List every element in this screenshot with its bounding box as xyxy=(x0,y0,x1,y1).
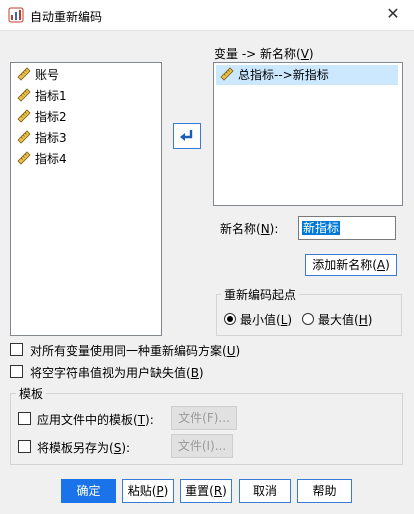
blank-missing-label[interactable]: 将空字符串值视为用户缺失值(B) xyxy=(30,364,204,381)
close-icon[interactable]: ✕ xyxy=(382,3,404,25)
title-bar: 自动重新编码 ✕ xyxy=(0,0,414,31)
ok-button[interactable]: 确定 xyxy=(61,479,116,503)
source-variable-list[interactable]: 账号 指标1 指标2 指标3 指标4 xyxy=(10,62,162,336)
window-title: 自动重新编码 xyxy=(30,10,103,24)
list-item-label: 指标3 xyxy=(35,131,67,145)
apply-template-label[interactable]: 应用文件中的模板(T): xyxy=(37,411,154,428)
scale-variable-icon xyxy=(17,67,31,81)
save-template-checkbox[interactable] xyxy=(18,440,31,453)
reset-button[interactable]: 重置(R) xyxy=(180,479,232,503)
list-item[interactable]: 指标2 xyxy=(17,107,67,127)
list-item[interactable]: 总指标-->新指标 xyxy=(216,65,398,85)
new-name-label: 新名称(N): xyxy=(220,222,279,236)
apply-template-checkbox[interactable] xyxy=(18,412,31,425)
list-item-label: 指标2 xyxy=(35,110,67,124)
blank-missing-checkbox[interactable] xyxy=(10,365,23,378)
same-scheme-label[interactable]: 对所有变量使用同一种重新编码方案(U) xyxy=(30,342,240,359)
save-template-label[interactable]: 将模板另存为(S): xyxy=(37,439,130,456)
save-template-file-button[interactable]: 文件(I)... xyxy=(171,434,233,458)
list-item[interactable]: 账号 xyxy=(17,65,59,85)
list-item[interactable]: 指标4 xyxy=(17,149,67,169)
move-variable-button[interactable] xyxy=(173,123,201,149)
recode-start-title: 重新编码起点 xyxy=(221,286,300,303)
scale-variable-icon xyxy=(17,88,31,102)
max-value-label[interactable]: 最大值(H) xyxy=(318,311,372,328)
new-name-input[interactable]: 新指标 xyxy=(298,216,396,240)
arrow-left-icon xyxy=(180,130,193,141)
mapping-list-label: 变量 -> 新名称(V) xyxy=(214,47,314,61)
max-value-radio[interactable] xyxy=(302,313,314,325)
scale-variable-icon xyxy=(17,109,31,123)
list-item-label: 指标4 xyxy=(35,152,67,166)
add-new-name-button[interactable]: 添加新名称(A) xyxy=(305,254,397,276)
scale-variable-icon xyxy=(17,130,31,144)
scale-variable-icon xyxy=(220,67,234,81)
list-item-label: 指标1 xyxy=(35,89,67,103)
apply-template-file-button[interactable]: 文件(F)... xyxy=(171,406,237,430)
new-name-value: 新指标 xyxy=(302,221,341,235)
mapping-list[interactable]: 总指标-->新指标 xyxy=(213,62,403,206)
list-item-label: 总指标-->新指标 xyxy=(238,68,329,82)
min-value-label[interactable]: 最小值(L) xyxy=(240,311,292,328)
help-button[interactable]: 帮助 xyxy=(297,479,352,503)
template-title: 模板 xyxy=(16,385,47,402)
list-item[interactable]: 指标3 xyxy=(17,128,67,148)
list-item[interactable]: 指标1 xyxy=(17,86,67,106)
paste-button[interactable]: 粘贴(P) xyxy=(122,479,174,503)
same-scheme-checkbox[interactable] xyxy=(10,343,23,356)
scale-variable-icon xyxy=(17,151,31,165)
min-value-radio[interactable] xyxy=(224,313,236,325)
list-item-label: 账号 xyxy=(35,68,60,82)
cancel-button[interactable]: 取消 xyxy=(239,479,291,503)
app-icon xyxy=(8,7,24,23)
